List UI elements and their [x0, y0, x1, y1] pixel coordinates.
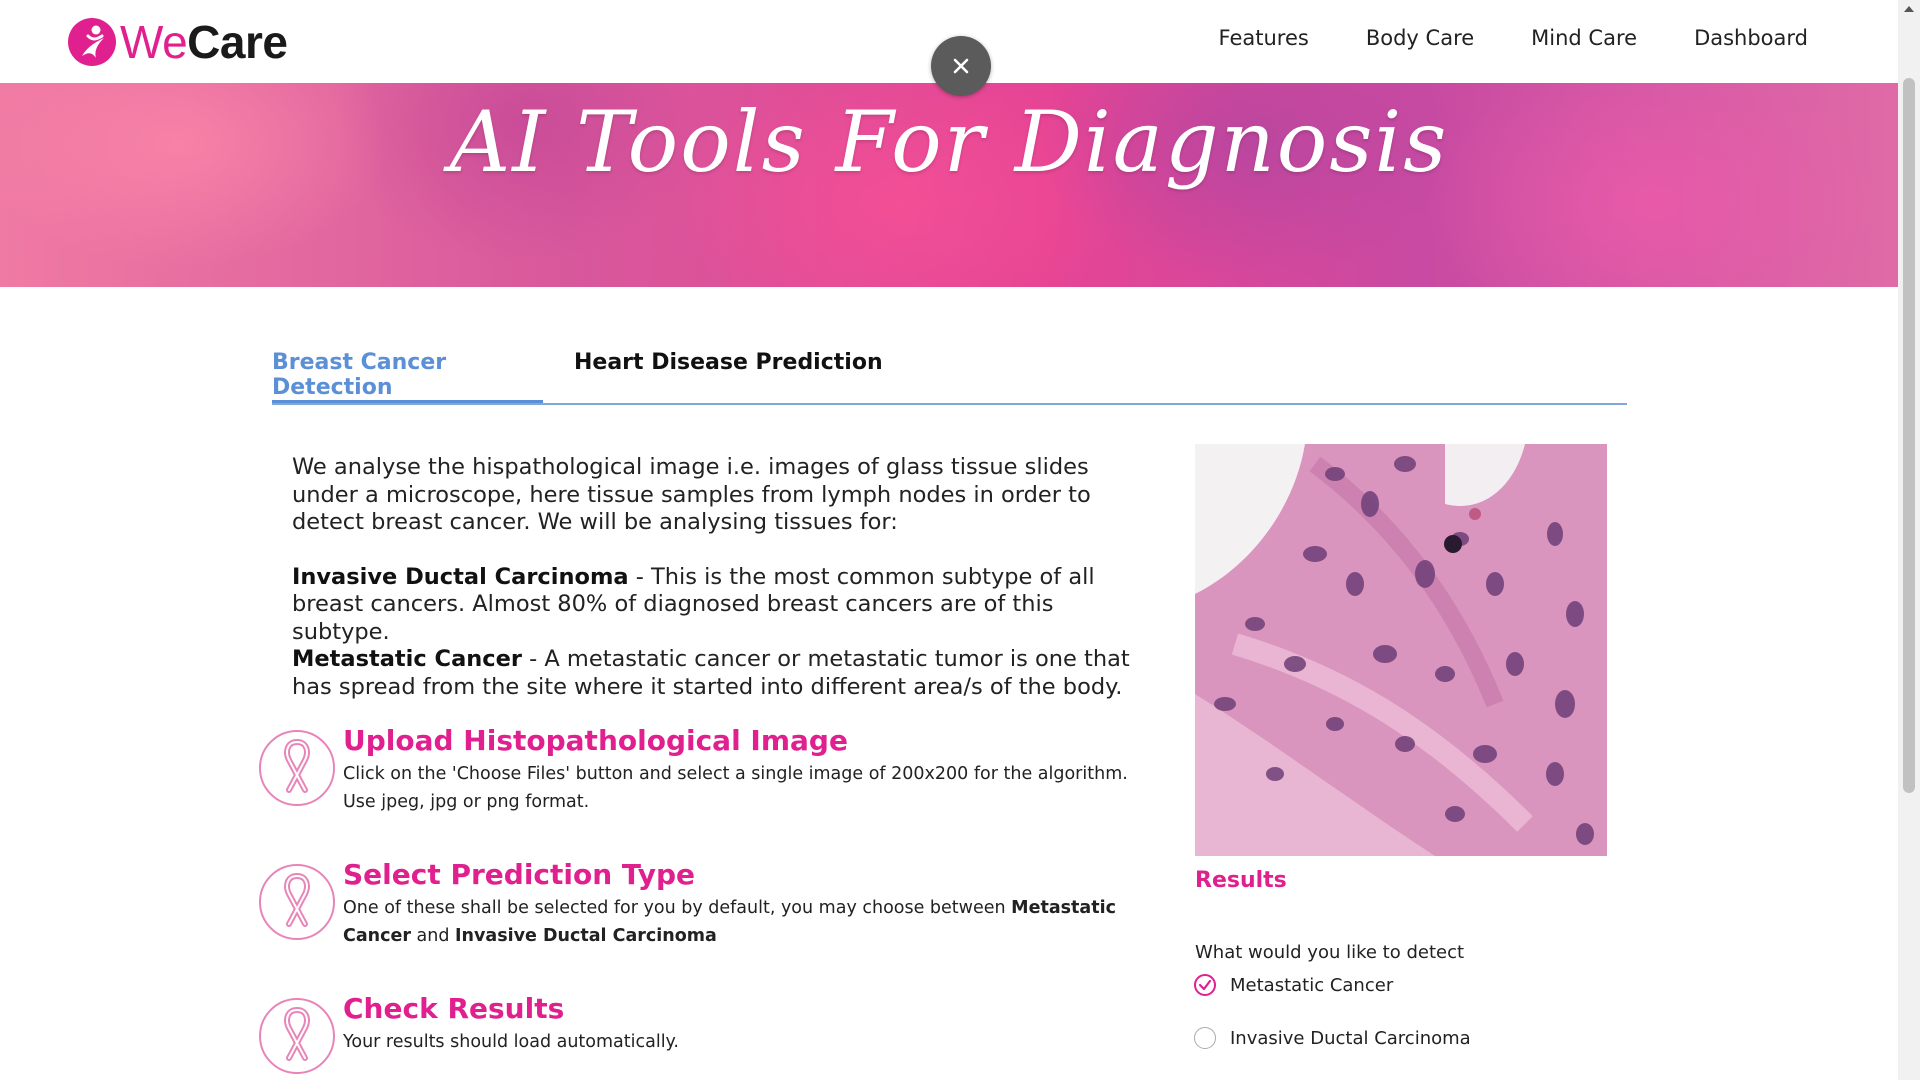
- detect-question: What would you like to detect: [1195, 942, 1465, 963]
- metastatic-definition: Metastatic Cancer - A metastatic cancer …: [292, 646, 1137, 701]
- option-invasive-ductal-carcinoma[interactable]: Invasive Ductal Carcinoma: [1194, 1027, 1471, 1049]
- results-title: Results: [1195, 868, 1287, 893]
- tab-heart-disease-prediction[interactable]: Heart Disease Prediction: [574, 350, 883, 375]
- pink-ribbon-icon: [259, 730, 335, 806]
- logo-text-care: Care: [187, 16, 288, 68]
- intro-paragraph: We analyse the hispathological image i.e…: [292, 454, 1091, 535]
- close-button[interactable]: [931, 36, 991, 96]
- step-select-title: Select Prediction Type: [343, 858, 695, 891]
- nav-features[interactable]: Features: [1219, 26, 1309, 50]
- step-upload-text: Click on the 'Choose Files' button and s…: [343, 764, 1128, 812]
- step-select-bold-idc: Invasive Ductal Carcinoma: [455, 926, 717, 946]
- idc-definition: Invasive Ductal Carcinoma - This is the …: [292, 564, 1137, 647]
- radio-unchecked-icon[interactable]: [1194, 1027, 1216, 1049]
- page-title: AI Tools For Diagnosis: [449, 93, 1449, 191]
- hero-banner: AI Tools For Diagnosis: [0, 83, 1898, 287]
- scroll-up-arrow-icon[interactable]: [1904, 6, 1914, 12]
- metastatic-term: Metastatic Cancer: [292, 646, 522, 672]
- scroll-thumb[interactable]: [1903, 78, 1915, 793]
- tab-breast-cancer-detection[interactable]: Breast Cancer Detection: [272, 350, 543, 403]
- logo-text: WeCare: [120, 15, 288, 69]
- main-nav: Features Body Care Mind Care Dashboard: [1162, 26, 1808, 50]
- histopathology-image: [1195, 444, 1607, 856]
- step-select-text: One of these shall be selected for you b…: [343, 894, 1163, 950]
- nav-dashboard[interactable]: Dashboard: [1694, 26, 1808, 50]
- step-upload-title: Upload Histopathological Image: [343, 724, 848, 757]
- option-metastatic-label: Metastatic Cancer: [1230, 974, 1394, 996]
- nav-body-care[interactable]: Body Care: [1366, 26, 1474, 50]
- intro-description: We analyse the hispathological image i.e…: [292, 454, 1137, 701]
- idc-term: Invasive Ductal Carcinoma: [292, 563, 629, 590]
- option-idc-label: Invasive Ductal Carcinoma: [1230, 1027, 1471, 1049]
- pink-ribbon-woman-logo-icon: [68, 18, 116, 66]
- step-select-text-b: and: [410, 926, 456, 946]
- close-icon: [953, 58, 969, 74]
- step-check-text: Your results should load automatically.: [343, 1032, 679, 1052]
- tab-bar: Breast Cancer Detection Heart Disease Pr…: [272, 340, 1627, 405]
- pink-ribbon-icon: [259, 998, 335, 1074]
- logo-text-we: We: [120, 16, 188, 68]
- pink-ribbon-icon: [259, 864, 335, 940]
- nav-mind-care[interactable]: Mind Care: [1531, 26, 1637, 50]
- step-check-title: Check Results: [343, 992, 565, 1025]
- step-select-text-a: One of these shall be selected for you b…: [343, 898, 1012, 918]
- check-circle-icon[interactable]: [1194, 974, 1216, 996]
- wecare-logo[interactable]: WeCare: [66, 12, 288, 72]
- option-metastatic-cancer[interactable]: Metastatic Cancer: [1194, 974, 1393, 996]
- page-scrollbar[interactable]: [1898, 0, 1920, 1080]
